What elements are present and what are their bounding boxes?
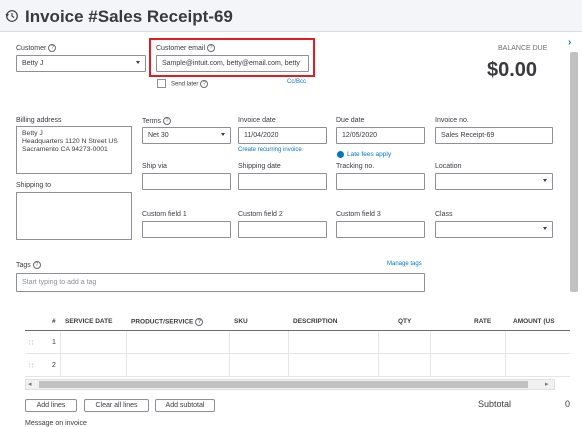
table-row[interactable] bbox=[25, 331, 570, 354]
drag-handle-icon[interactable]: ∷ bbox=[29, 339, 34, 347]
custom-field-1-input[interactable] bbox=[142, 221, 231, 238]
help-icon[interactable]: ? bbox=[32, 261, 41, 269]
add-lines-button[interactable]: Add lines bbox=[25, 399, 77, 412]
billing-line: Betty J bbox=[22, 130, 43, 137]
custom-field-2-input[interactable] bbox=[238, 221, 327, 238]
invoice-no-label: Invoice no. bbox=[435, 117, 469, 124]
customer-email-value: Sample@intuit.com, betty@email.com, bett… bbox=[162, 60, 300, 67]
subtotal-value: 0 bbox=[565, 399, 571, 409]
terms-label-text: Terms bbox=[142, 117, 162, 125]
billing-address-textarea[interactable]: Betty J Headquarters 1120 N Street US Sa… bbox=[16, 126, 132, 174]
tags-label: Tags? bbox=[16, 261, 41, 269]
customer-label: Customer? bbox=[16, 44, 57, 52]
send-later-text: Send later bbox=[171, 81, 199, 88]
location-label: Location bbox=[435, 163, 462, 170]
ship-via-input[interactable] bbox=[142, 173, 231, 190]
custom-field-3-input[interactable] bbox=[336, 221, 425, 238]
row-number: 1 bbox=[52, 339, 56, 346]
customer-email-label: Customer email? bbox=[156, 44, 216, 52]
shipping-date-input[interactable] bbox=[238, 173, 327, 190]
manage-tags-link[interactable]: Manage tags bbox=[387, 261, 422, 267]
due-date-value: 12/05/2020 bbox=[342, 132, 378, 139]
invoice-date-value: 11/04/2020 bbox=[244, 132, 279, 139]
invoice-no-value: Sales Receipt-69 bbox=[441, 132, 495, 139]
scroll-left-icon[interactable]: ◂ bbox=[28, 380, 32, 388]
col-service-date-header: SERVICE DATE bbox=[65, 318, 113, 325]
customer-select[interactable]: Betty J bbox=[16, 55, 146, 72]
shipping-to-textarea[interactable] bbox=[16, 192, 132, 240]
chevron-down-icon bbox=[543, 227, 547, 230]
history-clock-icon[interactable] bbox=[5, 9, 19, 23]
invoice-no-input[interactable]: Sales Receipt-69 bbox=[435, 127, 553, 144]
chevron-down-icon bbox=[543, 179, 547, 182]
scrollbar-thumb[interactable] bbox=[39, 381, 528, 388]
help-icon[interactable]: ? bbox=[195, 318, 204, 326]
location-select[interactable] bbox=[435, 173, 553, 190]
invoice-date-label: Invoice date bbox=[238, 117, 276, 124]
custom-field-2-label: Custom field 2 bbox=[238, 211, 283, 218]
tags-input[interactable]: Start typing to add a tag bbox=[16, 273, 425, 292]
billing-line: Headquarters 1120 N Street US bbox=[22, 138, 118, 145]
send-later-label: Send later? bbox=[171, 80, 209, 88]
chevron-down-icon bbox=[136, 61, 140, 64]
add-subtotal-button[interactable]: Add subtotal bbox=[155, 399, 215, 412]
cc-bcc-link[interactable]: Cc/Bcc bbox=[287, 79, 306, 85]
ship-via-label: Ship via bbox=[142, 163, 167, 170]
col-product-header: PRODUCT/SERVICE? bbox=[131, 318, 204, 326]
tracking-no-input[interactable] bbox=[336, 173, 425, 190]
custom-field-1-label: Custom field 1 bbox=[142, 211, 187, 218]
invoice-date-input[interactable]: 11/04/2020 bbox=[238, 127, 327, 144]
help-icon[interactable]: ? bbox=[48, 44, 57, 52]
info-icon bbox=[337, 151, 344, 158]
col-rate-header: RATE bbox=[474, 318, 492, 325]
class-label: Class bbox=[435, 211, 453, 218]
due-date-label: Due date bbox=[336, 117, 365, 124]
col-qty-header: QTY bbox=[398, 318, 412, 325]
chevron-down-icon bbox=[221, 133, 225, 136]
send-later-checkbox[interactable] bbox=[157, 79, 166, 88]
billing-line: Sacramento CA 94273-0001 bbox=[22, 146, 108, 153]
balance-due-label: BALANCE DUE bbox=[498, 45, 548, 52]
balance-due-amount: $0.00 bbox=[487, 59, 538, 81]
row-number: 2 bbox=[52, 362, 56, 369]
terms-value: Net 30 bbox=[148, 132, 169, 139]
col-product-text: PRODUCT/SERVICE bbox=[131, 318, 194, 326]
col-sku-header: SKU bbox=[234, 318, 248, 325]
col-amount-header: AMOUNT (US bbox=[513, 318, 555, 325]
shipping-date-label: Shipping date bbox=[238, 163, 281, 170]
col-description-header: DESCRIPTION bbox=[293, 318, 338, 325]
shipping-to-label: Shipping to bbox=[16, 182, 52, 189]
drag-handle-icon[interactable]: ∷ bbox=[29, 362, 34, 370]
customer-email-label-text: Customer email bbox=[156, 44, 206, 52]
custom-field-3-label: Custom field 3 bbox=[336, 211, 381, 218]
customer-email-input[interactable]: Sample@intuit.com, betty@email.com, bett… bbox=[156, 55, 309, 72]
late-fees-link[interactable]: Late fees apply bbox=[347, 151, 391, 158]
terms-select[interactable]: Net 30 bbox=[142, 127, 231, 144]
class-select[interactable] bbox=[435, 221, 553, 238]
page-title: Invoice #Sales Receipt-69 bbox=[25, 7, 233, 26]
customer-label-text: Customer bbox=[16, 44, 47, 52]
collapse-chevron-icon[interactable]: › bbox=[568, 37, 571, 48]
tracking-no-label: Tracking no. bbox=[336, 163, 375, 170]
help-icon[interactable]: ? bbox=[163, 117, 172, 125]
scroll-right-icon[interactable]: ▸ bbox=[545, 380, 549, 388]
tags-placeholder: Start typing to add a tag bbox=[22, 279, 97, 286]
help-icon[interactable]: ? bbox=[200, 80, 209, 88]
clear-all-lines-button[interactable]: Clear all lines bbox=[84, 399, 149, 412]
help-icon[interactable]: ? bbox=[207, 44, 216, 52]
customer-value: Betty J bbox=[22, 60, 44, 67]
message-on-invoice-label: Message on invoice bbox=[25, 420, 87, 427]
table-row[interactable] bbox=[25, 354, 570, 377]
due-date-input[interactable]: 12/05/2020 bbox=[336, 127, 425, 144]
vertical-scrollbar[interactable] bbox=[570, 52, 578, 292]
create-recurring-link[interactable]: Create recurring invoice bbox=[238, 147, 302, 153]
tags-label-text: Tags bbox=[16, 261, 31, 269]
subtotal-label: Subtotal bbox=[478, 399, 512, 409]
col-index-header: # bbox=[52, 318, 56, 325]
billing-address-label: Billing address bbox=[16, 117, 62, 124]
terms-label: Terms? bbox=[142, 117, 172, 125]
